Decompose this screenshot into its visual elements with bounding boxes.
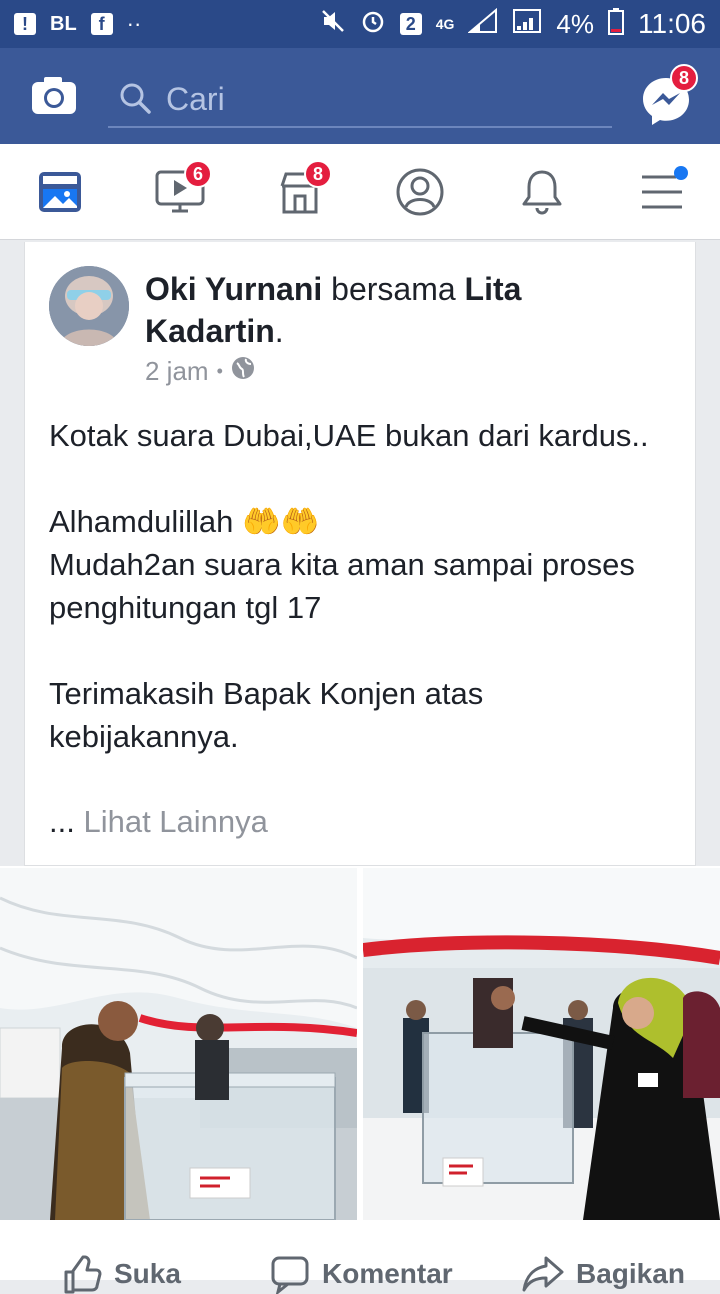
menu-notification-dot — [674, 166, 688, 180]
avatar[interactable] — [49, 266, 129, 346]
more-dots-icon: ·· — [126, 11, 142, 36]
signal-icon — [467, 7, 498, 41]
clock: 11:06 — [638, 8, 706, 39]
post-text: Kotak suara Dubai,UAE bukan dari kardus.… — [49, 418, 649, 754]
bell-icon — [522, 170, 562, 215]
comment-label: Komentar — [322, 1258, 453, 1289]
post-meta: 2 jam • — [145, 356, 255, 387]
tab-watch[interactable]: 6 — [150, 160, 212, 220]
globe-icon — [231, 356, 255, 387]
like-label: Suka — [114, 1258, 181, 1289]
thumbs-up-icon — [64, 1255, 102, 1294]
tab-menu[interactable] — [632, 164, 692, 220]
mute-icon — [320, 8, 346, 41]
news-feed-icon — [39, 172, 81, 212]
post-photo-1[interactable] — [0, 868, 357, 1220]
search-input[interactable] — [166, 80, 586, 118]
tab-notifications[interactable] — [512, 164, 572, 220]
search-bar[interactable] — [108, 72, 612, 128]
watch-badge: 6 — [184, 160, 212, 188]
status-bar: ! BL f ·· 2 4G 4% 11:06 — [0, 0, 720, 48]
share-icon — [522, 1256, 564, 1292]
battery-percent: 4% — [556, 8, 594, 39]
facebook-notification-icon: f — [90, 13, 113, 35]
sim-badge: 2 — [399, 13, 422, 35]
signal-icon-2 — [512, 8, 542, 41]
share-label: Bagikan — [576, 1258, 685, 1289]
see-more-label[interactable]: Lihat Lainnya — [83, 804, 267, 839]
messenger-button[interactable]: 8 — [640, 64, 698, 126]
tab-profile[interactable] — [390, 164, 450, 220]
top-bar: 8 — [0, 48, 720, 144]
messenger-badge: 8 — [670, 64, 698, 92]
tab-news-feed[interactable] — [30, 164, 90, 220]
period: . — [274, 313, 284, 349]
post-author-line: Oki Yurnani bersama Lita Kadartin. — [145, 268, 665, 352]
author-name[interactable]: Oki Yurnani — [145, 271, 322, 307]
comment-button[interactable]: Komentar — [270, 1254, 453, 1294]
post-photo-2[interactable] — [363, 868, 720, 1220]
ellipsis: ... — [49, 804, 75, 839]
camera-icon[interactable] — [30, 72, 78, 120]
alarm-icon — [360, 8, 386, 41]
with-word: bersama — [331, 271, 456, 307]
marketplace-badge: 8 — [304, 160, 332, 188]
meta-separator: • — [216, 361, 223, 381]
search-icon — [116, 79, 156, 119]
see-more-link[interactable]: ... Lihat Lainnya — [49, 804, 268, 840]
profile-icon — [396, 168, 444, 216]
post-time[interactable]: 2 jam — [145, 356, 209, 387]
tab-bar: 6 8 — [0, 144, 720, 240]
network-label: 4G — [435, 16, 455, 32]
comment-icon — [271, 1256, 309, 1294]
post-card: Oki Yurnani bersama Lita Kadartin. 2 jam… — [24, 242, 696, 866]
like-button[interactable]: Suka — [62, 1254, 181, 1294]
carrier-label: BL — [50, 12, 77, 35]
tab-marketplace[interactable]: 8 — [270, 160, 332, 220]
share-button[interactable]: Bagikan — [522, 1254, 685, 1294]
alert-icon: ! — [14, 13, 36, 35]
post-photos — [0, 866, 720, 1222]
battery-icon — [608, 7, 624, 42]
post-actions: Suka Komentar Bagikan — [0, 1222, 720, 1294]
